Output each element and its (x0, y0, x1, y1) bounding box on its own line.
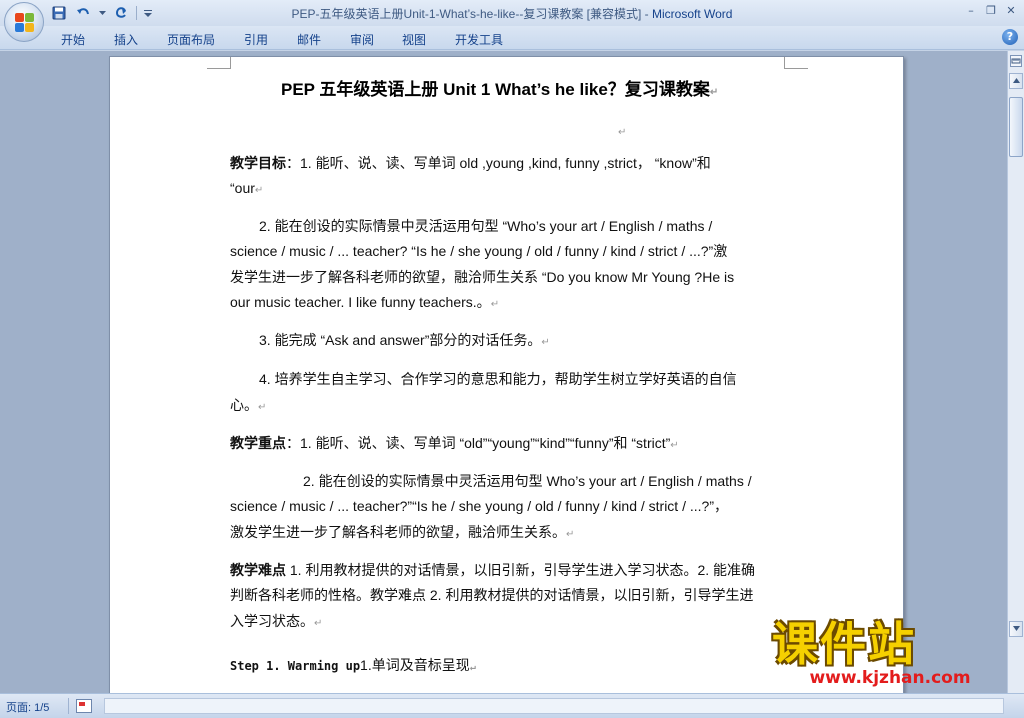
tab-developer[interactable]: 开发工具 (455, 31, 503, 48)
app-name: Microsoft Word (652, 7, 733, 21)
page-indicator[interactable]: 页面: 1/5 (6, 699, 49, 715)
objectives-label: 教学目标 (230, 155, 286, 171)
watermark-logo: 课件站 (772, 617, 916, 671)
crop-mark-top-left (207, 57, 231, 69)
window-title: PEP-五年级英语上册Unit-1-What’s-he-like--复习课教案 … (0, 5, 1024, 22)
difficulty-line-3: 入学习状态。↵ (230, 613, 323, 629)
arrow-down-icon (1012, 626, 1020, 631)
arrow-up-icon (1012, 78, 1020, 83)
objectives-paragraph: 教学目标：1. 能听、说、读、写单词 old ,young ,kind, fun… (230, 155, 711, 171)
tab-references[interactable]: 引用 (244, 31, 268, 48)
difficulty-line-2: 判断各科老师的性格。教学难点 2. 利用教材提供的对话情景，以旧引新，引导学生进 (230, 587, 754, 603)
key-points-paragraph: 教学重点：1. 能听、说、读、写单词 “old”“young”“kind”“fu… (230, 435, 679, 451)
watermark-url: www.kjzhan.com (809, 668, 971, 688)
horizontal-scrollbar[interactable] (104, 698, 1004, 714)
key-point-2-line-3: 激发学生进一步了解各科老师的欲望，融洽师生关系。↵ (230, 524, 575, 540)
objective-2-line-3: 发学生进一步了解各科老师的欲望，融洽师生关系 “Do you know Mr Y… (230, 269, 735, 285)
office-logo-icon (15, 13, 35, 33)
restore-button[interactable]: ❐ (982, 3, 1000, 19)
objective-4-line-2: 心。↵ (230, 397, 267, 413)
view-ruler-button[interactable] (1010, 55, 1022, 67)
difficulty-label: 教学难点 (230, 562, 286, 578)
status-separator (68, 698, 69, 714)
help-button[interactable]: ? (1002, 29, 1018, 45)
objective-2-line-1: 2. 能在创设的实际情景中灵活运用句型 “Who’s your art / En… (259, 218, 713, 234)
key-point-2-line-1: 2. 能在创设的实际情景中灵活运用句型 Who’s your art / Eng… (303, 473, 752, 489)
proofing-icon[interactable] (76, 699, 92, 713)
tab-review[interactable]: 审阅 (350, 31, 374, 48)
tab-mailings[interactable]: 邮件 (297, 31, 321, 48)
window-controls: – ❐ ✕ (962, 3, 1020, 19)
objective-4-line-1: 4. 培养学生自主学习、合作学习的意思和能力，帮助学生树立学好英语的自信 (259, 371, 737, 387)
ribbon-tabs: 开始 插入 页面布局 引用 邮件 审阅 视图 开发工具 ? (0, 26, 1024, 50)
scroll-up-button[interactable] (1009, 73, 1023, 89)
tab-home[interactable]: 开始 (61, 31, 85, 48)
objectives-paragraph-cont: “our↵ (230, 180, 264, 196)
vertical-scrollbar[interactable] (1007, 51, 1024, 693)
key-points-label: 教学重点 (230, 435, 286, 451)
document-title-text: PEP-五年级英语上册Unit-1-What’s-he-like--复习课教案 … (291, 7, 652, 21)
ruler-icon (1011, 58, 1021, 64)
status-bar: 页面: 1/5 (0, 693, 1024, 718)
scroll-down-button[interactable] (1009, 621, 1023, 637)
empty-paragraph: ↵ (618, 127, 627, 138)
difficulty-paragraph: 教学难点 1. 利用教材提供的对话情景，以旧引新，引导学生进入学习状态。2. 能… (230, 562, 756, 578)
document-title: PEP 五年级英语上册 Unit 1 What’s he like？复习课教案↵ (281, 80, 719, 99)
objective-3: 3. 能完成 “Ask and answer”部分的对话任务。↵ (259, 332, 550, 348)
office-button[interactable] (4, 2, 44, 42)
tab-page-layout[interactable]: 页面布局 (167, 31, 215, 48)
crop-mark-top-right (784, 57, 808, 69)
objective-2-line-2: science / music / ... teacher? “Is he / … (230, 243, 728, 259)
tab-view[interactable]: 视图 (402, 31, 426, 48)
document-page[interactable]: PEP 五年级英语上册 Unit 1 What’s he like？复习课教案↵… (109, 56, 904, 693)
key-point-2-line-2: science / music / ... teacher?”“Is he / … (230, 498, 728, 514)
tab-insert[interactable]: 插入 (114, 31, 138, 48)
objective-2-line-4: our music teacher. I like funny teachers… (230, 294, 500, 310)
title-bar: PEP-五年级英语上册Unit-1-What’s-he-like--复习课教案 … (0, 0, 1024, 26)
watermark: 课件站 www.kjzhan.com (772, 618, 1008, 692)
step-1-heading: Step 1. Warming up1.单词及音标呈现↵ (230, 657, 476, 673)
scroll-thumb[interactable] (1009, 97, 1023, 157)
close-button[interactable]: ✕ (1002, 3, 1020, 19)
minimize-button[interactable]: – (962, 3, 980, 19)
help-icon: ? (1006, 30, 1014, 43)
document-area: PEP 五年级英语上册 Unit 1 What’s he like？复习课教案↵… (0, 51, 1007, 693)
